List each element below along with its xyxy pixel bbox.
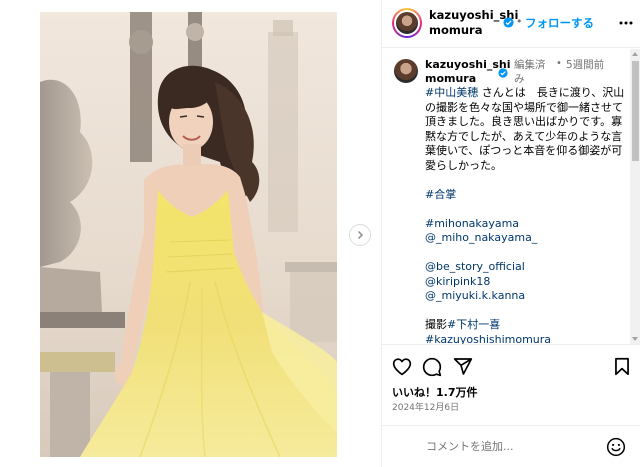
heart-icon[interactable] — [392, 357, 412, 376]
author-username[interactable]: kazuyoshi_shimomura — [429, 8, 529, 38]
comment-input[interactable] — [426, 436, 601, 456]
share-icon[interactable] — [453, 357, 473, 376]
hashtag-link[interactable]: #下村一喜 — [447, 318, 500, 331]
mention-link[interactable]: @_miyuki.k.kanna — [425, 289, 525, 302]
post-photo[interactable] — [40, 12, 337, 457]
post-side-panel: kazuyoshi_shimomura • フォローする kazuyoshi_s… — [381, 0, 640, 467]
verified-badge-icon — [503, 17, 514, 28]
caption-author-avatar[interactable] — [394, 59, 418, 83]
scroll-down-arrow-icon[interactable] — [632, 337, 638, 341]
likes-count[interactable]: いいね！1.7万件 — [392, 384, 478, 400]
author-avatar[interactable] — [392, 8, 422, 38]
more-options-icon[interactable] — [618, 15, 634, 31]
caption-intro: #中山美穂 さんとは 長きに渡り、沢山の撮影を色々な国や場所で御一緒させて頂きま… — [425, 86, 625, 173]
hashtag-link[interactable]: #中山美穂 — [425, 86, 478, 99]
comment-icon[interactable] — [422, 357, 442, 377]
caption-text: #中山美穂 さんとは 長きに渡り、沢山の撮影を色々な国や場所で御一緒させて頂きま… — [425, 86, 625, 344]
photo-illustration — [40, 12, 337, 457]
author-avatar-image — [394, 10, 420, 36]
hashtag-link[interactable]: #合掌 — [425, 188, 456, 201]
carousel-next-button[interactable] — [349, 224, 371, 246]
scrollbar-thumb[interactable] — [632, 61, 639, 161]
post-date[interactable]: 2024年12月6日 — [392, 400, 459, 413]
caption-scrollbar[interactable] — [630, 49, 640, 344]
post-time-ago[interactable]: 5週間前 — [566, 58, 606, 72]
hashtag-link[interactable]: #kazuyoshishimomura — [425, 333, 551, 345]
emoji-icon[interactable] — [606, 437, 626, 457]
bookmark-icon[interactable] — [614, 357, 630, 376]
chevron-right-icon — [357, 230, 364, 240]
media-panel — [0, 0, 381, 467]
instagram-post-viewer: kazuyoshi_shimomura • フォローする kazuyoshi_s… — [0, 0, 640, 467]
verified-badge-icon — [498, 68, 508, 78]
mention-link[interactable]: @_miho_nakayama_ — [425, 231, 537, 244]
edited-label: 編集済み — [514, 59, 546, 85]
mention-link[interactable]: @kiripink18 — [425, 275, 490, 288]
scroll-up-arrow-icon[interactable] — [632, 52, 638, 56]
post-actions: いいね！1.7万件 2024年12月6日 — [382, 344, 640, 467]
header-separator: • — [516, 15, 523, 28]
add-comment-form — [382, 425, 640, 467]
follow-button[interactable]: フォローする — [525, 15, 594, 31]
post-header: kazuyoshi_shimomura • フォローする — [382, 0, 640, 48]
mention-link[interactable]: @be_story_official — [425, 260, 525, 273]
meta-separator: • — [556, 58, 562, 69]
photo-credit-label: 撮影 — [425, 318, 447, 331]
hashtag-link[interactable]: #mihonakayama — [425, 217, 519, 230]
caption-scroll-area[interactable]: kazuyoshi_shimomura 編集済み • 5週間前 #中山美穂 さん… — [382, 49, 630, 344]
